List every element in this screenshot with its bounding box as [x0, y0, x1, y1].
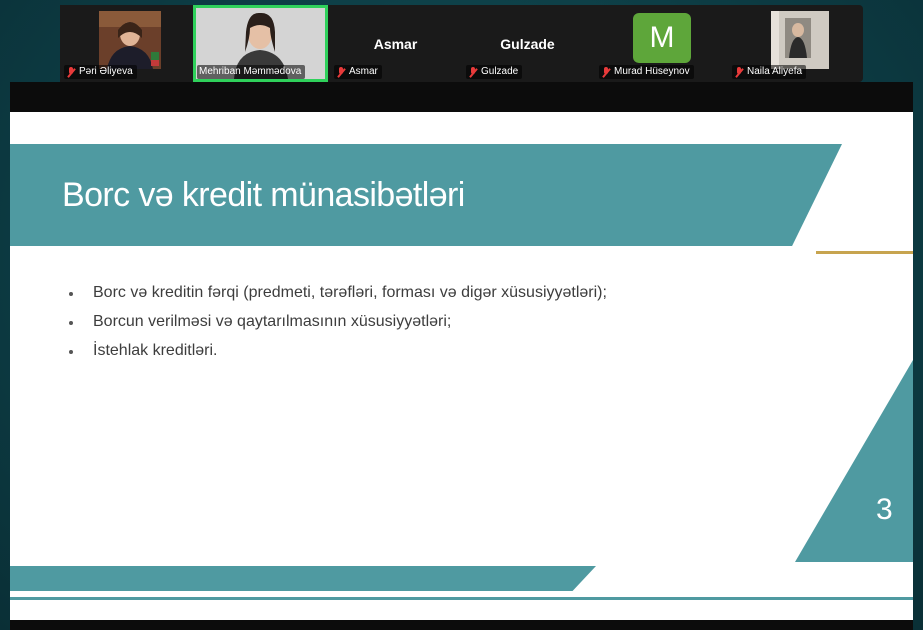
- screen-share-bottom-bar: [10, 620, 913, 630]
- bullet-item: Borcun verilməsi və qaytarılmasının xüsu…: [65, 313, 607, 342]
- participant-name: Murad Hüseynov: [614, 66, 690, 77]
- participant-label: Gulzade: [466, 65, 523, 79]
- corner-triangle: [795, 360, 913, 562]
- participant-tile-asmar[interactable]: Asmar Asmar: [330, 5, 461, 82]
- participant-display-name: Gulzade: [500, 36, 555, 52]
- bullet-list: Borc və kreditin fərqi (predmeti, tərəfl…: [65, 284, 607, 371]
- shared-slide: Borc və kredit münasibətləri Borc və kre…: [10, 112, 913, 620]
- mic-off-icon: [468, 66, 478, 78]
- participant-tile-naila-aliyefa[interactable]: Naila Aliyefa: [728, 5, 859, 82]
- slide-title: Borc və kredit münasibətləri: [62, 176, 465, 214]
- participant-name: Naila Aliyefa: [747, 66, 803, 77]
- participant-display-name: Asmar: [373, 36, 418, 52]
- participant-label: Asmar: [334, 65, 382, 79]
- bottom-band: [10, 566, 596, 591]
- participant-label: Murad Hüseynov: [599, 65, 694, 79]
- bottom-line: [10, 597, 913, 600]
- participant-label: Naila Aliyefa: [732, 65, 807, 79]
- participant-tile-gulzade[interactable]: Gulzade Gulzade: [462, 5, 593, 82]
- accent-line: [816, 251, 913, 254]
- participant-label: Mehriban Məmmədova: [197, 65, 306, 79]
- mic-off-icon: [336, 66, 346, 78]
- participant-name: Mehriban Məmmədova: [199, 66, 302, 77]
- participant-name: Asmar: [349, 66, 378, 77]
- participant-tile-mehriban-mammadova[interactable]: Mehriban Məmmədova: [193, 5, 328, 82]
- participant-name: Gulzade: [481, 66, 519, 77]
- participant-label: Pəri Əliyeva: [64, 65, 137, 79]
- participant-tile-pari-aliyeva[interactable]: Pəri Əliyeva: [60, 5, 191, 82]
- slide-page-number: 3: [876, 493, 893, 526]
- avatar: M: [633, 13, 691, 63]
- mic-off-icon: [734, 66, 744, 78]
- bullet-item: İstehlak kreditləri.: [65, 342, 607, 371]
- screen-share-top-bar: [10, 82, 913, 112]
- participant-strip: Pəri Əliyeva Mehriban Məmmədova Asmar As…: [60, 5, 863, 82]
- mic-off-icon: [601, 66, 611, 78]
- participant-name: Pəri Əliyeva: [79, 66, 133, 77]
- mic-off-icon: [66, 66, 76, 78]
- bullet-item: Borc və kreditin fərqi (predmeti, tərəfl…: [65, 284, 607, 313]
